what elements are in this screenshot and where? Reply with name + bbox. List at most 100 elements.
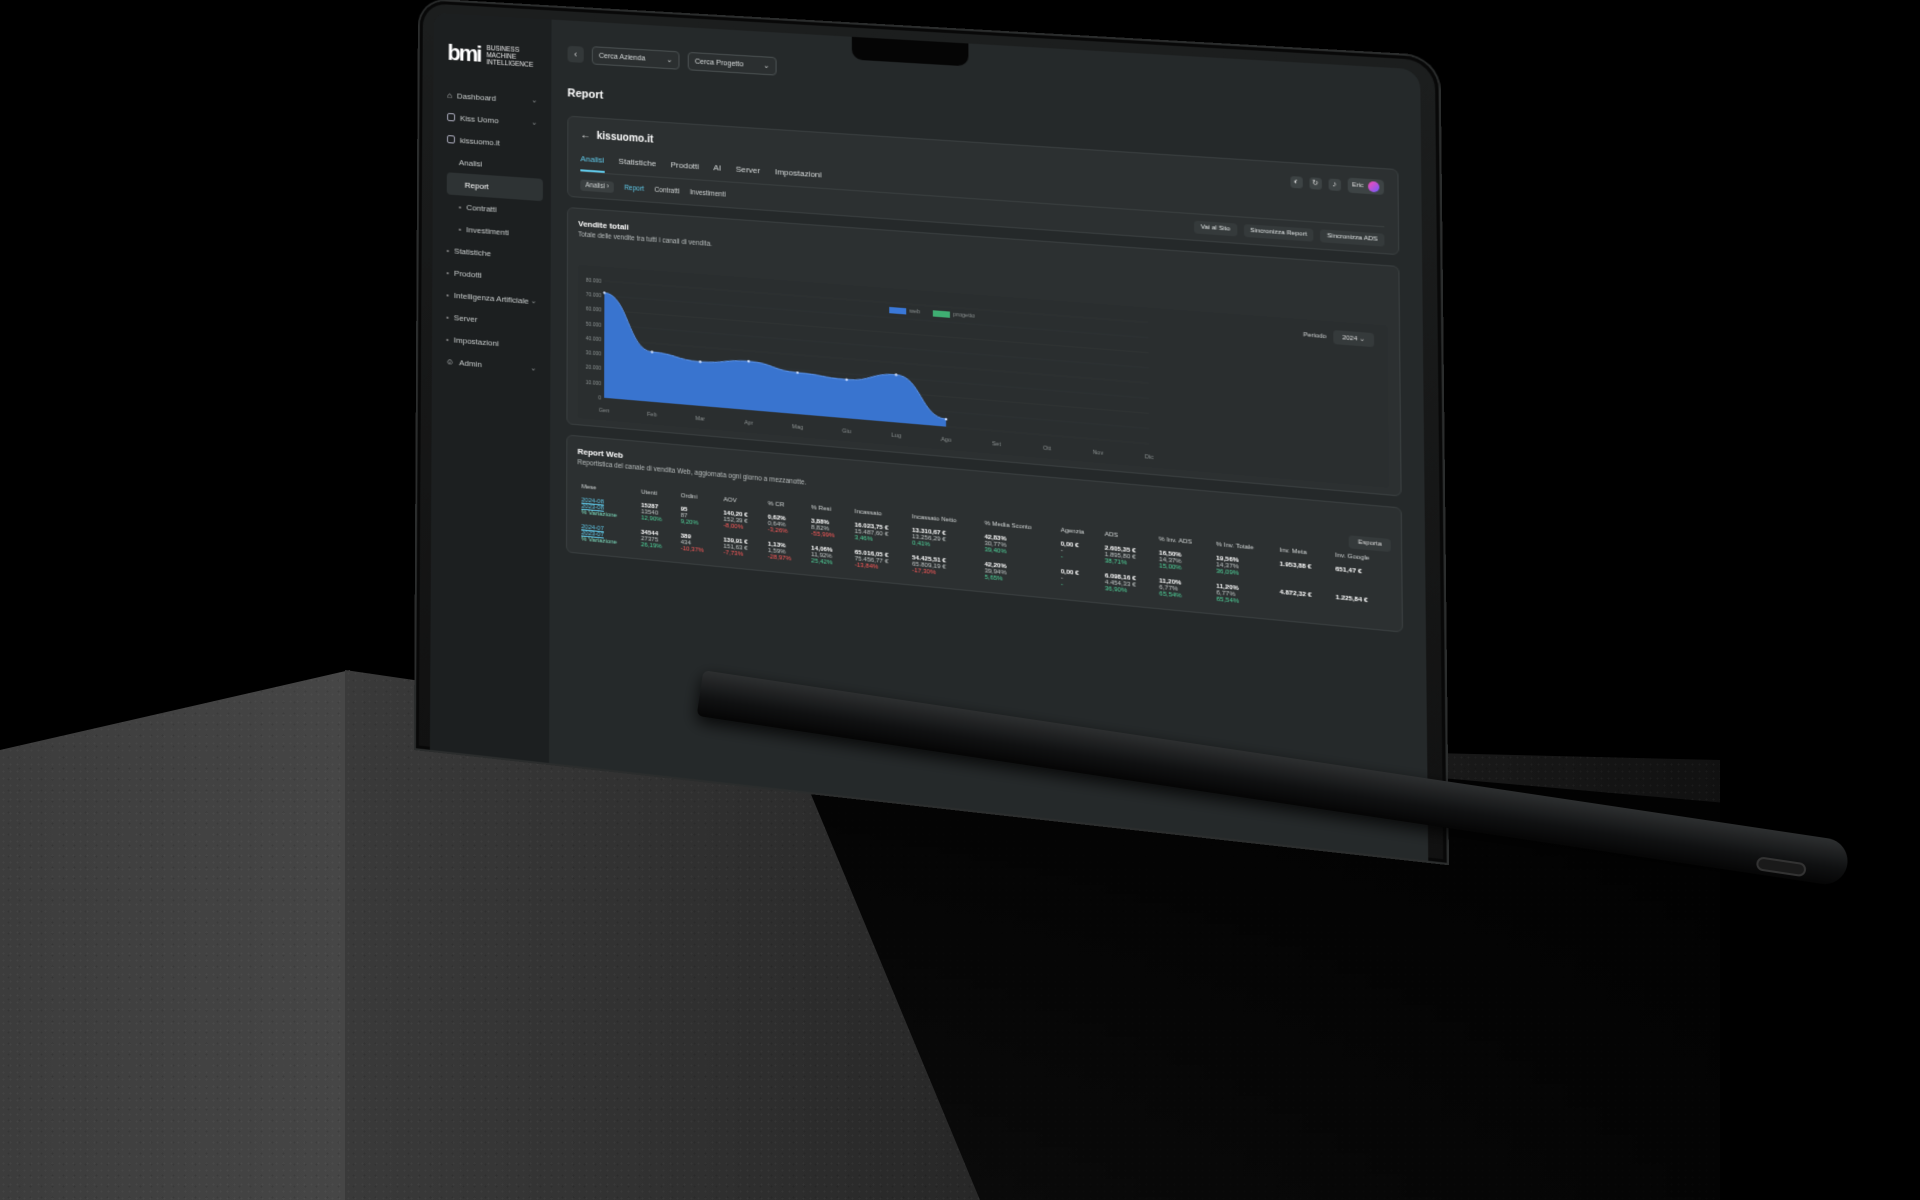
logo-line-3: INTELLIGENCE <box>486 58 534 69</box>
month-cell: 2024-07 2023-07% Variazione <box>577 520 637 552</box>
sidebar-item-label: Impostazioni <box>453 334 499 348</box>
period-value: 2024 <box>1342 335 1358 343</box>
y-tick-label: 80.000 <box>586 278 602 285</box>
sync-ads-button[interactable]: Sincronizza ADS <box>1320 229 1385 247</box>
chevron-down-icon: ⌄ <box>531 97 538 105</box>
subtab-investimenti[interactable]: Investimenti <box>690 189 726 199</box>
sales-chart-svg: 80.000 70.000 60.000 50.000 40.000 30.000 20.0… <box>586 278 1154 462</box>
sidebar-item-label: Intelligenza Artificiale <box>453 290 529 306</box>
project-name: kissuomo.it <box>596 130 654 146</box>
x-tick-label: Mar <box>695 416 705 423</box>
user-menu[interactable]: Eric <box>1347 177 1384 196</box>
period-filter: Periodo 2024 ⌄ <box>1303 328 1375 348</box>
notification-icon[interactable]: ♪ <box>1328 177 1341 191</box>
theme-icon[interactable]: ◐ <box>1290 175 1303 189</box>
collapse-sidebar-button[interactable]: ‹ <box>567 45 584 63</box>
y-tick-label: 60.000 <box>586 307 602 314</box>
y-tick-label: 50.000 <box>586 321 602 328</box>
breadcrumb-label: Analisi <box>585 181 605 190</box>
sidebar-item-label: Report <box>464 180 489 191</box>
user-icon: ☺ <box>445 356 455 367</box>
sidebar: bmi BUSINESS MACHINE INTELLIGENCE ⌂ Dash… <box>429 12 552 764</box>
tab-statistiche[interactable]: Statistiche <box>619 157 657 177</box>
tab-prodotti[interactable]: Prodotti <box>671 160 699 179</box>
legend-swatch <box>932 310 951 318</box>
project-title: ← kissuomo.it <box>580 129 653 145</box>
current-value: 4.872,32 € <box>1279 589 1312 600</box>
user-name: Eric <box>1351 182 1364 190</box>
export-button[interactable]: Esporta <box>1348 535 1391 553</box>
sidebar-item-label: Admin <box>459 357 482 369</box>
sidebar-item-label: Prodotti <box>454 268 482 280</box>
table-cell: 1.225,84 € <box>1331 590 1390 624</box>
current-value: 1.225,84 € <box>1335 594 1368 605</box>
table-cell: 15287 13540 12,90% <box>637 498 677 529</box>
period-label: Periodo <box>1303 331 1327 340</box>
folder-icon <box>446 135 455 144</box>
home-icon: ⌂ <box>447 90 453 100</box>
y-tick-label: 40.000 <box>586 336 602 343</box>
back-arrow-icon[interactable]: ← <box>580 129 590 141</box>
tab-analisi[interactable]: Analisi <box>580 154 605 173</box>
tab-server[interactable]: Server <box>736 164 760 183</box>
tab-ai[interactable]: AI <box>713 163 721 181</box>
table-cell: 3,88% 8,82% -55,99% <box>807 514 851 545</box>
x-tick-label: Dic <box>1145 454 1154 461</box>
table-cell: 11,20% 6,77% 65,54% <box>1155 574 1212 607</box>
header-actions: ◐ ↻ ♪ Eric <box>1290 174 1384 196</box>
table-cell: 95 87 9,20% <box>677 502 720 533</box>
y-tick-label: 0 <box>598 395 601 401</box>
sidebar-item-label: Server <box>453 312 478 324</box>
breadcrumb[interactable]: Analisi › <box>580 178 614 193</box>
y-tick-label: 70.000 <box>586 292 602 299</box>
concrete-block-side <box>0 670 350 1200</box>
x-tick-label: Mag <box>792 424 803 431</box>
logo-mark: bmi <box>447 39 481 67</box>
logo[interactable]: bmi BUSINESS MACHINE INTELLIGENCE <box>447 39 543 70</box>
period-select[interactable]: 2024 ⌄ <box>1333 330 1375 348</box>
subtab-contratti[interactable]: Contratti <box>654 186 679 195</box>
bullet-icon: • <box>446 289 450 300</box>
table-cell: 14,06% 11,92% 25,42% <box>807 541 851 572</box>
refresh-icon[interactable]: ↻ <box>1309 176 1322 190</box>
x-tick-label: Nov <box>1093 450 1104 457</box>
bullet-icon: • <box>446 267 450 277</box>
sidebar-item-label: Kiss Uomo <box>460 113 499 125</box>
current-value: 651,47 € <box>1335 566 1362 576</box>
x-tick-label: Feb <box>647 412 657 419</box>
table-cell: 0,62% 0,64% -3,26% <box>764 510 807 541</box>
table-cell: 1,13% 1,59% -28,97% <box>764 537 807 568</box>
x-tick-label: Ago <box>941 437 951 444</box>
table-cell: 34544 27375 26,19% <box>637 525 677 556</box>
company-select[interactable]: Cerca Azienda ⌄ <box>591 46 680 70</box>
legend-label: web <box>909 308 921 316</box>
sidebar-item-label: Contratti <box>466 202 497 214</box>
table-cell: 0,00 € - - <box>1056 537 1100 569</box>
data-point[interactable] <box>603 291 606 295</box>
subtab-report[interactable]: Report <box>624 184 644 193</box>
scene: bmi BUSINESS MACHINE INTELLIGENCE ⌂ Dash… <box>0 0 1920 1200</box>
laptop-foot <box>1755 856 1807 878</box>
y-tick-label: 20.000 <box>586 365 602 372</box>
table-cell: 11,20% 6,77% 65,54% <box>1212 579 1276 613</box>
sidebar-item-label: Investimenti <box>466 224 510 237</box>
avatar <box>1368 181 1380 193</box>
chevron-down-icon: ⌄ <box>530 297 537 306</box>
tab-impostazioni[interactable]: Impostazioni <box>775 167 822 188</box>
table-cell: 65.016,05 €75.456,77 € -13,84% <box>850 545 907 578</box>
sidebar-item-label: Dashboard <box>456 90 497 103</box>
current-value: 1.953,88 € <box>1279 561 1312 571</box>
bullet-icon: • <box>445 334 449 344</box>
sidebar-item-label: Analisi <box>458 157 483 169</box>
bullet-icon: • <box>458 224 462 234</box>
project-select[interactable]: Cerca Progetto ⌄ <box>687 51 777 76</box>
x-tick-label: Apr <box>744 420 753 427</box>
visit-site-button[interactable]: Vai al Sito <box>1194 220 1237 237</box>
building-icon <box>447 112 456 122</box>
project-select-value: Cerca Progetto <box>694 57 744 68</box>
logo-text: BUSINESS MACHINE INTELLIGENCE <box>486 44 533 68</box>
chevron-down-icon: ⌄ <box>763 62 770 71</box>
chevron-down-icon: ⌄ <box>531 119 538 127</box>
sync-report-button[interactable]: Sincronizza Report <box>1243 224 1314 242</box>
chevron-down-icon: ⌄ <box>530 365 537 373</box>
